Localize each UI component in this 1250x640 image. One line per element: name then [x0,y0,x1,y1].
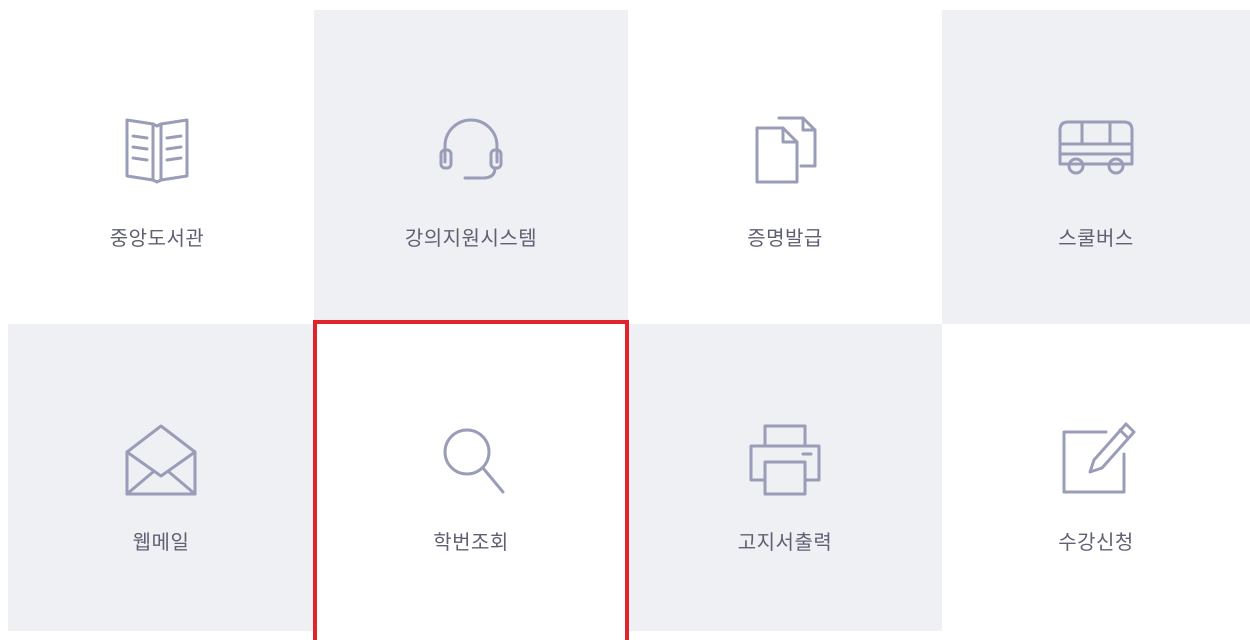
tile-student-id-lookup[interactable]: 학번조회 [314,324,628,631]
tile-school-bus[interactable]: 스쿨버스 [942,10,1250,324]
tile-label: 증명발급 [747,226,823,250]
search-icon [429,418,513,502]
tile-lecture-support[interactable]: 강의지원시스템 [314,10,628,324]
edit-icon [1054,418,1138,502]
book-icon [115,106,199,190]
tile-label: 스쿨버스 [1058,226,1134,250]
tile-label: 웹메일 [132,530,190,554]
printer-icon [743,418,827,502]
quick-menu-grid: 중앙도서관 강의지원시스템 증명발급 스쿨버스 웹메일 학번조회 고지서출력 수… [0,0,1250,640]
bus-icon [1054,106,1138,190]
tile-label: 고지서출력 [737,530,833,554]
tile-bill-print[interactable]: 고지서출력 [628,324,942,631]
tile-webmail[interactable]: 웹메일 [8,324,314,631]
tile-library[interactable]: 중앙도서관 [0,10,314,324]
envelope-icon [119,418,203,502]
headset-icon [429,106,513,190]
tile-label: 중앙도서관 [109,226,205,250]
documents-icon [743,106,827,190]
tile-certificate[interactable]: 증명발급 [628,10,942,324]
tile-label: 수강신청 [1058,530,1134,554]
tile-label: 학번조회 [433,530,509,554]
tile-course-registration[interactable]: 수강신청 [942,324,1250,631]
tile-label: 강의지원시스템 [404,226,538,250]
